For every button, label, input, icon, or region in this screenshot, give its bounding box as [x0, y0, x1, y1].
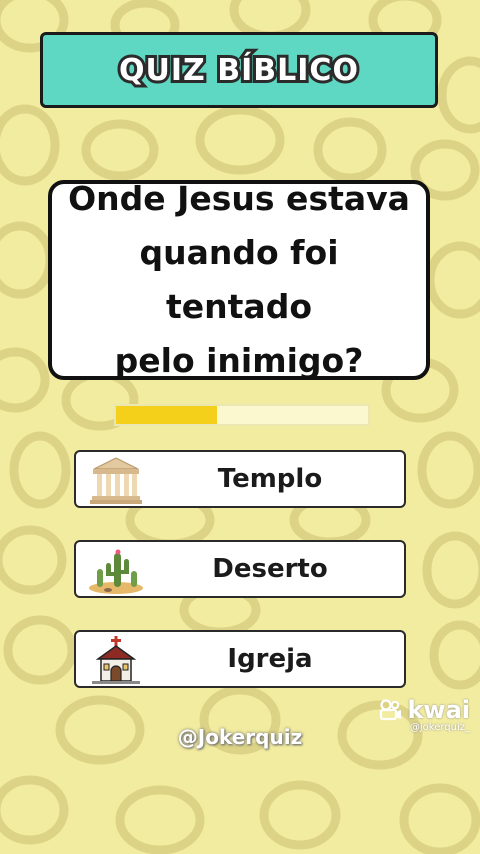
- timer-bar: [114, 404, 370, 426]
- timer-fill: [116, 406, 217, 424]
- title-banner: QUIZ BÍBLICO: [40, 32, 438, 108]
- answer-label: Deserto: [212, 554, 328, 584]
- answer-option-igreja[interactable]: Igreja: [74, 630, 406, 688]
- kwai-camera-icon: [380, 699, 402, 721]
- question-text: Onde Jesus estava quando foi tentado pel…: [64, 172, 414, 388]
- church-icon: [92, 636, 140, 684]
- creator-handle: @Jokerquiz: [177, 725, 303, 749]
- quiz-title: QUIZ BÍBLICO: [116, 50, 361, 91]
- desert-cactus-icon: [89, 549, 143, 594]
- question-line: quando foi tentado: [139, 233, 339, 326]
- question-card: Onde Jesus estava quando foi tentado pel…: [48, 179, 430, 380]
- kwai-brand: kwai: [407, 696, 470, 724]
- question-line: pelo inimigo?: [114, 341, 364, 380]
- answer-option-deserto[interactable]: Deserto: [74, 540, 406, 598]
- answer-label: Igreja: [227, 644, 313, 674]
- question-line: Onde Jesus estava: [68, 179, 410, 218]
- answer-option-templo[interactable]: Templo: [74, 450, 406, 508]
- answer-label: Templo: [217, 464, 323, 494]
- temple-icon: [90, 457, 142, 504]
